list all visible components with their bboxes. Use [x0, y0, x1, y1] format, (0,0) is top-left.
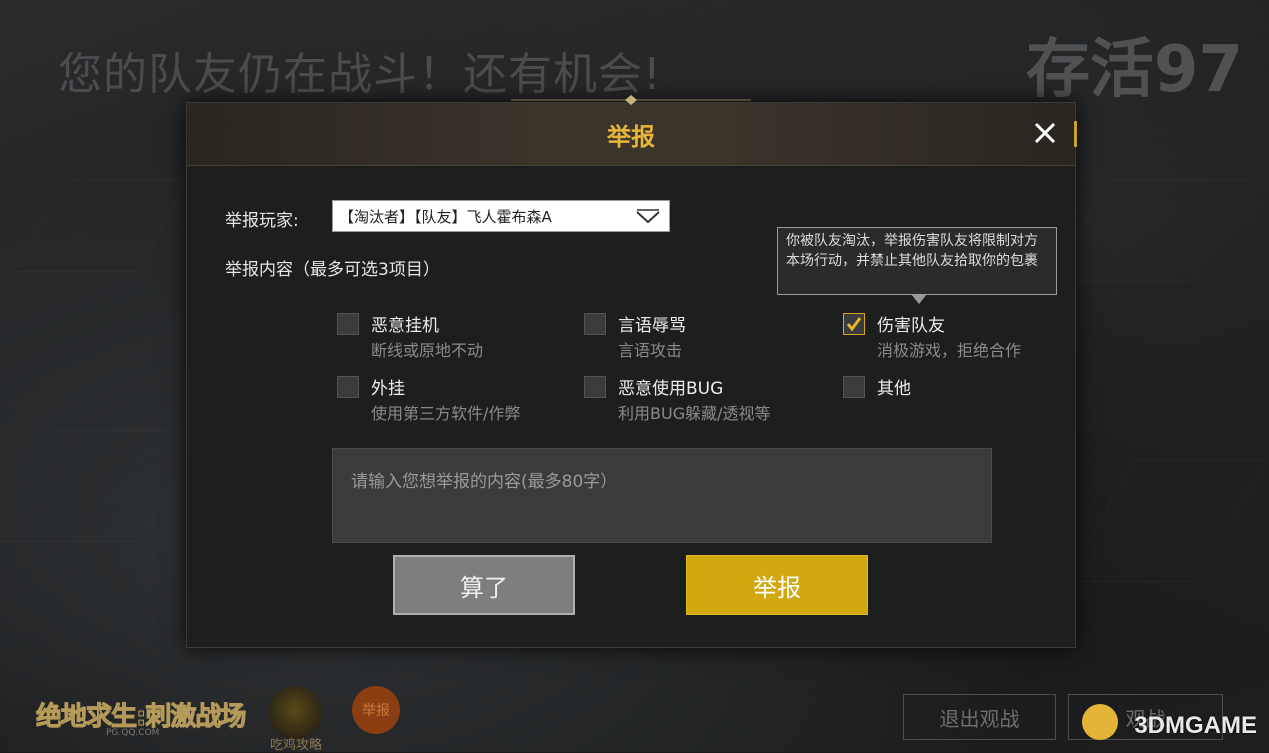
- option-title: 其他: [877, 379, 911, 399]
- checkbox-checked[interactable]: [843, 313, 865, 335]
- cancel-button[interactable]: 算了: [393, 555, 575, 615]
- option-subtitle: 使用第三方软件/作弊: [371, 404, 521, 423]
- checkbox[interactable]: [337, 313, 359, 335]
- exit-spectate-button[interactable]: 退出观战: [903, 694, 1056, 740]
- floor-tile: [0, 430, 205, 542]
- report-text-input[interactable]: 请输入您想举报的内容(最多80字）: [332, 448, 992, 543]
- teammate-fighting-message: 您的队友仍在战斗！还有机会!: [58, 49, 662, 100]
- watermark-mascot-icon: [1082, 704, 1118, 740]
- close-button[interactable]: [1027, 115, 1063, 151]
- checkbox[interactable]: [843, 376, 865, 398]
- game-logo: 绝地求生:刺激战场 PG.QQ.COM: [35, 688, 246, 744]
- option-title: 伤害队友: [877, 316, 945, 336]
- floor-tile: [13, 180, 189, 272]
- option-subtitle: 言语攻击: [618, 341, 683, 360]
- guide-label: 吃鸡攻略: [270, 738, 323, 753]
- alive-count: 存活97: [1025, 33, 1243, 107]
- report-fab-button[interactable]: 举报: [352, 686, 400, 734]
- player-select-value: 【淘汰者】【队友】飞人霍布森A: [339, 208, 552, 226]
- dialog-header: 举报: [187, 95, 1077, 166]
- accent-bar: [1074, 121, 1077, 147]
- ornament-icon: [511, 95, 751, 105]
- player-label: 举报玩家:: [225, 211, 299, 231]
- checkbox[interactable]: [337, 376, 359, 398]
- option-subtitle: 利用BUG躲藏/透视等: [618, 404, 771, 423]
- option-title: 恶意使用BUG: [618, 379, 724, 399]
- logo-url: PG.QQ.COM: [106, 728, 160, 738]
- option-subtitle: 断线或原地不动: [371, 341, 484, 360]
- floor-tile: [1064, 460, 1268, 582]
- chevron-down-icon: [636, 209, 660, 224]
- submit-report-button[interactable]: 举报: [686, 555, 868, 615]
- player-select[interactable]: 【淘汰者】【队友】飞人霍布森A: [332, 200, 670, 232]
- dialog-title: 举报: [607, 123, 655, 151]
- checkbox[interactable]: [584, 313, 606, 335]
- option-title: 言语辱骂: [618, 316, 686, 336]
- option-subtitle: 消极游戏，拒绝合作: [877, 341, 1022, 360]
- tooltip: 你被队友淘汰，举报伤害队友将限制对方本场行动，并禁止其他队友拾取你的包裹: [777, 227, 1057, 304]
- checkmark-icon: [846, 317, 862, 332]
- floor-tile: [1050, 180, 1252, 282]
- option-title: 外挂: [371, 379, 405, 399]
- content-label: 举报内容（最多可选3项目）: [225, 260, 440, 280]
- close-icon: [1034, 122, 1056, 144]
- checkbox[interactable]: [584, 376, 606, 398]
- report-dialog: 举报 举报玩家: 【淘汰者】【队友】飞人霍布森A 举报内容（最多可选3项目） 你…: [186, 95, 1077, 648]
- watermark: 3DMGAME: [1134, 712, 1257, 739]
- option-title: 恶意挂机: [371, 316, 439, 336]
- chicken-guide-icon[interactable]: [268, 686, 322, 740]
